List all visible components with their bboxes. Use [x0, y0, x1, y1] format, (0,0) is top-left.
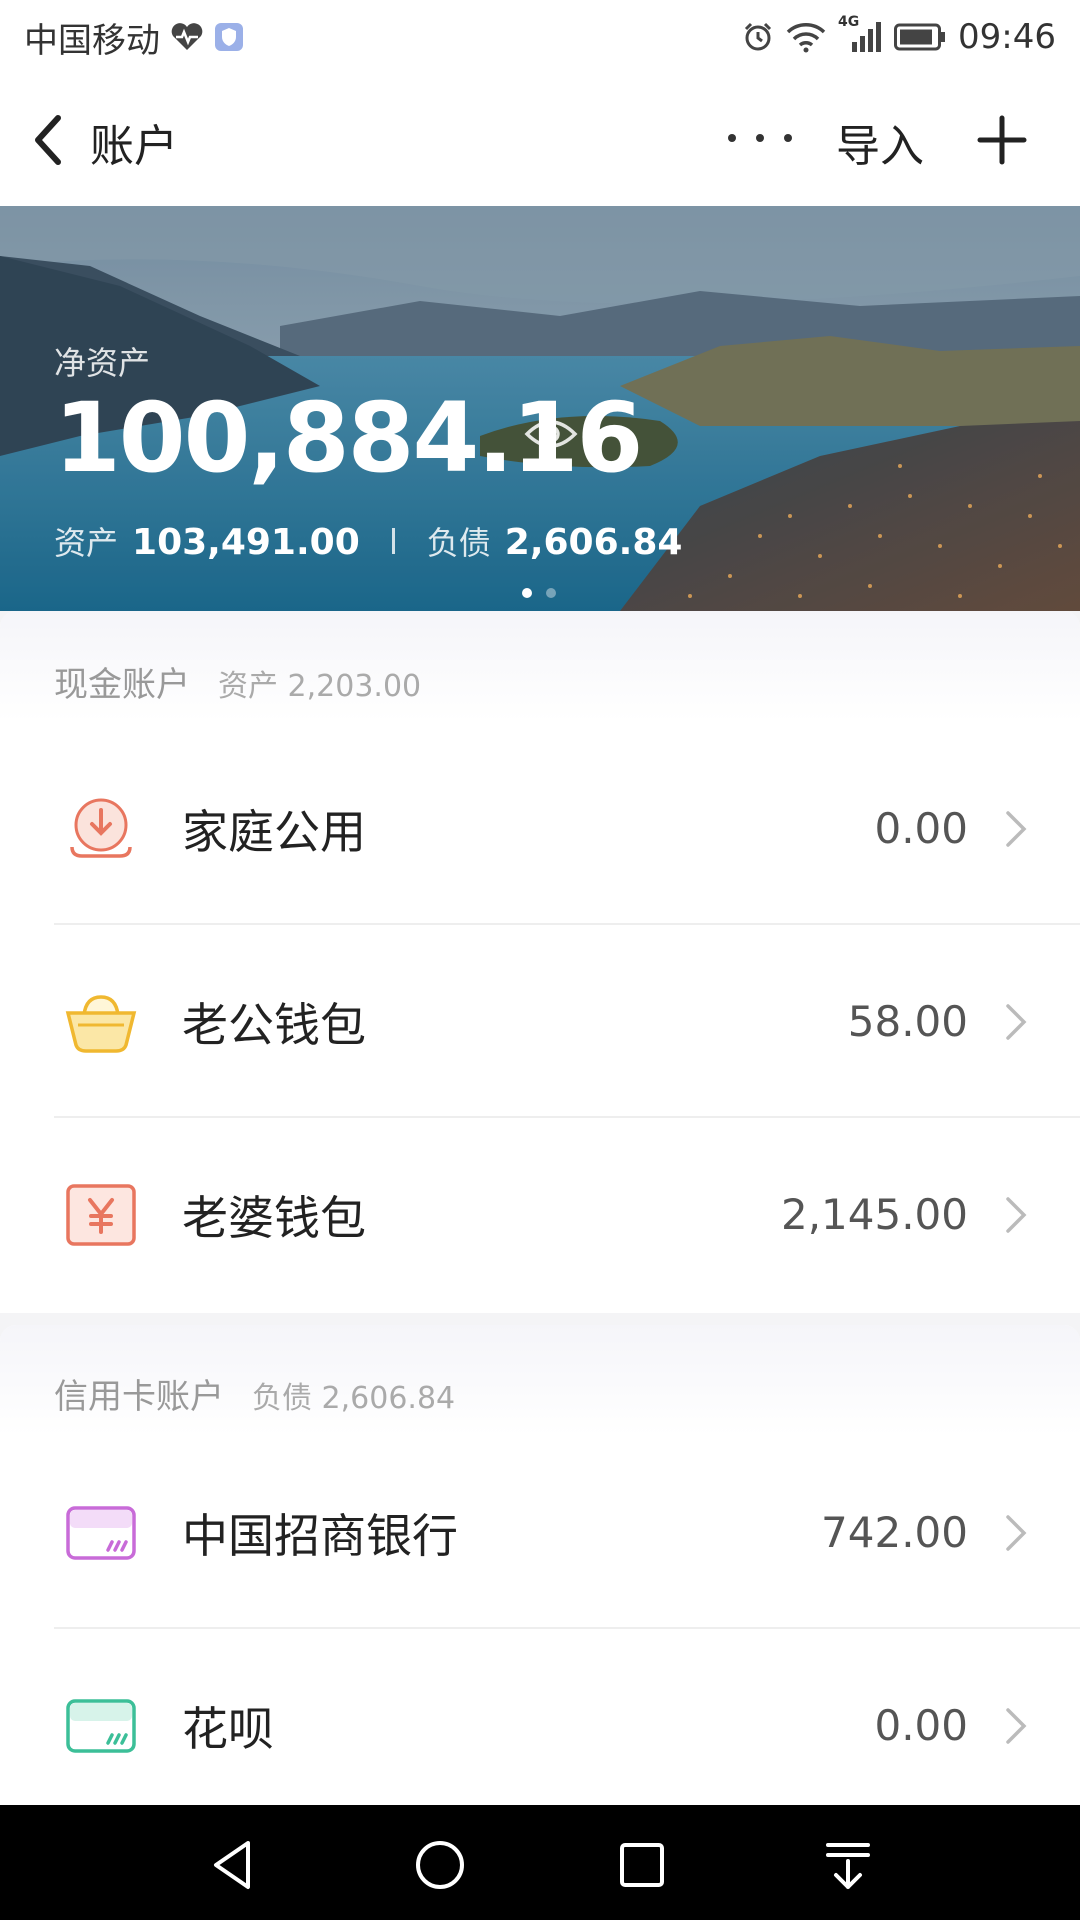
- nav-back-triangle-icon[interactable]: [204, 1835, 264, 1895]
- system-nav-bar: [0, 1805, 1080, 1920]
- gold-ingot-icon: [64, 985, 138, 1059]
- import-button[interactable]: 导入: [836, 110, 924, 174]
- more-dot: [756, 134, 764, 142]
- section-title: 信用卡账户: [54, 1377, 224, 1417]
- section-summary: 资产 2,203.00: [218, 669, 422, 704]
- account-name: 老公钱包: [182, 997, 366, 1052]
- account-amount: 58.00: [847, 997, 968, 1046]
- chevron-right-icon: [1006, 1707, 1027, 1744]
- back-button[interactable]: [30, 108, 80, 172]
- shield-app-icon: [214, 22, 244, 52]
- summary-divider: [391, 528, 395, 554]
- add-account-button[interactable]: [976, 114, 1028, 166]
- app-header: 账户 导入: [0, 74, 1080, 206]
- cash-accounts-section: 现金账户 资产 2,203.00 家庭公用 0.00 老公钱包 58.00 老婆…: [0, 611, 1080, 1313]
- status-bar: 中国移动 4G 09:46: [0, 0, 1080, 74]
- credit-card-icon: [64, 1496, 138, 1570]
- page-title: 账户: [90, 121, 178, 172]
- chevron-left-icon: [35, 115, 61, 165]
- eye-icon: [524, 420, 578, 448]
- account-name: 家庭公用: [182, 804, 366, 859]
- wifi-icon: [786, 21, 826, 53]
- assets-liabilities-summary: 资产 103,491.00 负债 2,606.84: [54, 518, 682, 564]
- carousel-dot-active: [522, 588, 532, 598]
- chevron-right-icon: [1006, 1514, 1027, 1551]
- account-amount: 0.00: [874, 1701, 968, 1750]
- more-dot: [728, 134, 736, 142]
- section-header: 信用卡账户 负债 2,606.84: [54, 1369, 455, 1418]
- account-amount: 0.00: [874, 804, 968, 853]
- credit-card-icon: [64, 1689, 138, 1763]
- account-name: 老婆钱包: [182, 1190, 366, 1245]
- net-assets-label: 净资产: [54, 344, 151, 382]
- assets-label: 资产: [54, 524, 119, 562]
- section-title: 现金账户: [54, 665, 190, 705]
- account-row-wife[interactable]: 老婆钱包 2,145.00: [0, 1118, 1080, 1311]
- credit-card-accounts-section: 信用卡账户 负债 2,606.84 中国招商银行 742.00 花呗 0.00: [0, 1325, 1080, 1805]
- plus-icon: [977, 115, 1027, 165]
- assets-value: 103,491.00: [132, 522, 360, 563]
- more-options-button[interactable]: [728, 118, 792, 158]
- carousel-indicator: [522, 588, 556, 598]
- carousel-dot: [546, 588, 556, 598]
- cellular-signal-icon: 4G: [838, 14, 882, 54]
- network-type-label: 4G: [838, 14, 860, 30]
- account-row-family[interactable]: 家庭公用 0.00: [0, 732, 1080, 925]
- account-row-cmb[interactable]: 中国招商银行 742.00: [0, 1436, 1080, 1629]
- account-name: 中国招商银行: [182, 1508, 458, 1563]
- battery-icon: [894, 23, 946, 51]
- section-header: 现金账户 资产 2,203.00: [54, 657, 421, 706]
- more-dot: [784, 134, 792, 142]
- yuan-icon: [64, 1178, 138, 1252]
- net-assets-banner[interactable]: 净资产 100,884.16 资产 103,491.00 负债 2,606.84: [0, 206, 1080, 611]
- toggle-visibility-button[interactable]: [524, 414, 578, 454]
- nav-notification-pull-icon[interactable]: [818, 1835, 878, 1895]
- carrier-label: 中国移动: [24, 20, 160, 61]
- liabilities-label: 负债: [426, 524, 491, 562]
- clock-time: 09:46: [958, 17, 1056, 57]
- account-row-husband[interactable]: 老公钱包 58.00: [0, 925, 1080, 1118]
- nav-home-circle-icon[interactable]: [410, 1835, 470, 1895]
- liabilities-value: 2,606.84: [504, 522, 683, 563]
- chevron-right-icon: [1006, 1003, 1027, 1040]
- section-summary: 负债 2,606.84: [252, 1381, 456, 1416]
- health-heart-icon: [170, 22, 204, 52]
- account-amount: 742.00: [821, 1508, 968, 1557]
- account-name: 花呗: [182, 1701, 274, 1756]
- download-circle-icon: [64, 792, 138, 866]
- nav-recents-square-icon[interactable]: [612, 1835, 672, 1895]
- account-amount: 2,145.00: [780, 1190, 968, 1239]
- chevron-right-icon: [1006, 1196, 1027, 1233]
- alarm-icon: [742, 21, 774, 53]
- account-row-huabei[interactable]: 花呗 0.00: [0, 1629, 1080, 1822]
- chevron-right-icon: [1006, 810, 1027, 847]
